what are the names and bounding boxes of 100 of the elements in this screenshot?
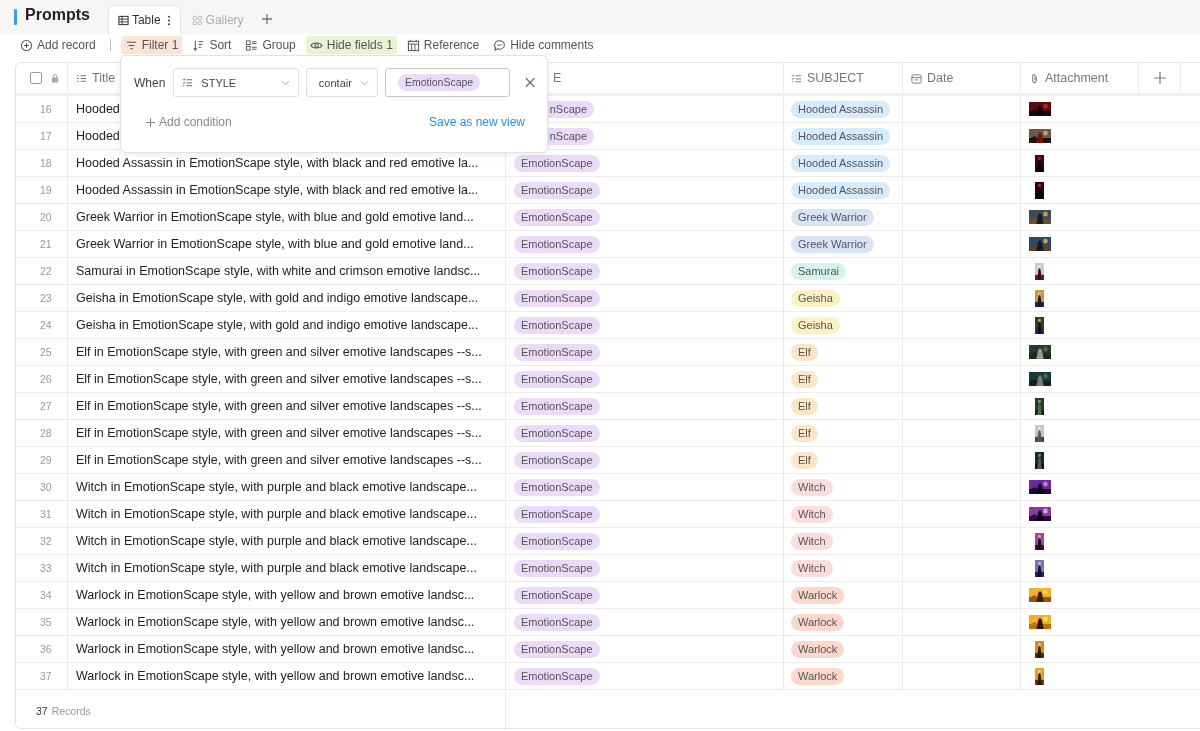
- page-title: Prompts: [25, 6, 90, 24]
- style-tag: EmotionScape: [514, 154, 600, 172]
- table-cell-text: Elf in EmotionScape style, with green and silver emotive landscapes --s...: [75, 426, 482, 440]
- table-cell-text: Hooded Assassin in EmotionScape style, with black and red emotive la...: [75, 183, 479, 197]
- lines-icon: [76, 72, 87, 84]
- view-tab[interactable]: Table: [107, 5, 181, 34]
- table-cell-text: Hooded: [75, 102, 120, 116]
- field-dropdown[interactable]: STYLE: [173, 68, 299, 97]
- row-number: 17: [40, 130, 52, 142]
- style-tag: EmotionScape: [514, 343, 600, 361]
- style-tag: EmotionScape: [514, 289, 600, 307]
- subject-tag: Greek Warrior: [791, 208, 874, 226]
- table-cell-text: Hooded: [75, 129, 120, 143]
- style-tag: EmotionScape: [514, 181, 600, 199]
- row-number: 31: [40, 508, 52, 520]
- subject-tag: Elf: [791, 343, 818, 361]
- style-tag: EmotionScape: [514, 316, 600, 334]
- style-tag: EmotionScape: [514, 397, 600, 415]
- row-number: 20: [40, 211, 52, 223]
- subject-tag: Warlock: [791, 613, 845, 631]
- subject-tag: Elf: [791, 370, 818, 388]
- subject-tag: Warlock: [791, 586, 845, 604]
- subject-tag: Samurai: [791, 262, 846, 280]
- style-tag: EmotionScape: [514, 235, 600, 253]
- record-count: 37: [36, 705, 48, 717]
- row-number: 27: [40, 400, 52, 412]
- calendar-icon: [911, 72, 922, 84]
- row-number: 24: [40, 319, 52, 331]
- add-column-icon[interactable]: [1153, 72, 1166, 84]
- subject-tag: Elf: [791, 397, 818, 415]
- style-tag: EmotionScape: [514, 586, 600, 604]
- table-cell-text: Elf in EmotionScape style, with green and silver emotive landscapes --s...: [75, 372, 482, 386]
- operator-dropdown[interactable]: contair: [305, 68, 378, 97]
- table-cell-text: Warlock in EmotionScape style, with yellow and brown emotive landsc...: [75, 669, 475, 683]
- subject-tag: Hooded Assassin: [791, 127, 890, 145]
- toolbar-button[interactable]: Group: [241, 36, 300, 54]
- close-icon[interactable]: [524, 77, 535, 88]
- subject-tag: Warlock: [791, 667, 845, 685]
- grid-icon: [191, 14, 203, 26]
- value-field[interactable]: EmotionScape: [384, 68, 510, 97]
- row-number: 30: [40, 481, 52, 493]
- style-tag: EmotionScape: [514, 208, 600, 226]
- toolbar-button[interactable]: Add record: [16, 36, 100, 54]
- style-tag: EmotionScape: [514, 559, 600, 577]
- toolbar-button[interactable]: Reference: [402, 36, 484, 54]
- row-number: 33: [40, 562, 52, 574]
- table-cell-text: Witch in EmotionScape style, with purple and black emotive landscape...: [75, 480, 477, 494]
- toolbar-button[interactable]: Hide fields 1: [305, 36, 397, 54]
- row-number: 28: [40, 427, 52, 439]
- subject-tag: Geisha: [791, 289, 840, 307]
- row-number: 23: [40, 292, 52, 304]
- row-number: 16: [40, 103, 52, 115]
- row-number: 19: [40, 184, 52, 196]
- add-view-icon[interactable]: [260, 13, 273, 25]
- style-tag: EmotionScape: [514, 640, 600, 658]
- table-cell-text: Witch in EmotionScape style, with purple and black emotive landscape...: [75, 561, 477, 575]
- chevron-down-icon: [359, 79, 369, 86]
- style-tag: EmotionScape: [514, 667, 600, 685]
- save-as-view-link[interactable]: Save as new view: [428, 115, 525, 129]
- add-condition-button[interactable]: Add condition: [146, 115, 232, 129]
- style-tag: EmotionScape: [514, 532, 600, 550]
- toolbar-button[interactable]: Filter 1: [120, 36, 183, 54]
- row-number: 34: [40, 589, 52, 601]
- table-icon: [117, 14, 129, 26]
- column-header[interactable]: Attachment: [1021, 63, 1139, 93]
- column-header[interactable]: SUBJECT: [784, 63, 903, 93]
- table-cell-text: Samurai in EmotionScape style, with white and crimson emotive landsc...: [75, 264, 481, 278]
- style-tag: EmotionScape: [514, 451, 600, 469]
- subject-tag: Witch: [791, 559, 833, 577]
- record-label: Records: [51, 705, 91, 717]
- row-number: 18: [40, 157, 52, 169]
- more-icon[interactable]: [166, 14, 171, 26]
- row-number: 22: [40, 265, 52, 277]
- subject-tag: Hooded Assassin: [791, 100, 890, 118]
- lock-icon: [51, 73, 59, 83]
- toolbar-button[interactable]: Sort: [188, 36, 236, 54]
- subject-tag: Witch: [791, 505, 833, 523]
- style-tag: EmotionScape: [514, 478, 600, 496]
- add-icon: [20, 38, 33, 52]
- row-number: 37: [40, 670, 52, 682]
- table-cell-text: Witch in EmotionScape style, with purple and black emotive landscape...: [75, 534, 477, 548]
- table-cell-text: Elf in EmotionScape style, with green and silver emotive landscapes --s...: [75, 399, 482, 413]
- select-all-checkbox[interactable]: [30, 72, 42, 84]
- subject-tag: Witch: [791, 532, 833, 550]
- when-label: When: [134, 75, 166, 90]
- chevron-down-icon: [280, 79, 290, 86]
- style-tag: EmotionScape: [397, 74, 481, 91]
- column-header[interactable]: Date: [903, 63, 1021, 93]
- table-cell-text: Greek Warrior in EmotionScape style, with blue and gold emotive land...: [75, 210, 474, 224]
- row-number: 21: [40, 238, 52, 250]
- table-cell-text: Witch in EmotionScape style, with purple and black emotive landscape...: [75, 507, 477, 521]
- style-tag: EmotionScape: [514, 424, 600, 442]
- subject-tag: Hooded Assassin: [791, 154, 890, 172]
- table-cell-text: Geisha in EmotionScape style, with gold and indigo emotive landscape...: [75, 318, 479, 332]
- row-number: 32: [40, 535, 52, 547]
- style-tag: EmotionScape: [514, 262, 600, 280]
- group-icon: [245, 38, 259, 52]
- toolbar-button[interactable]: Hide comments: [489, 36, 598, 54]
- table-cell-text: Elf in EmotionScape style, with green and silver emotive landscapes --s...: [75, 453, 482, 467]
- table-cell-text: Warlock in EmotionScape style, with yellow and brown emotive landsc...: [75, 615, 475, 629]
